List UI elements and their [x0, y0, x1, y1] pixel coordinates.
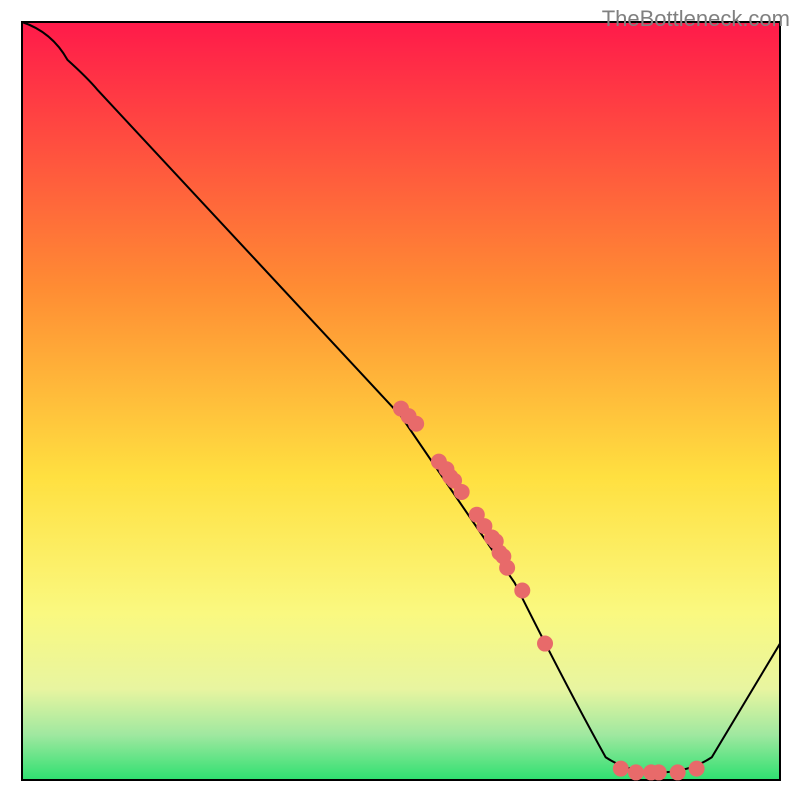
data-marker: [670, 764, 686, 780]
watermark-text: TheBottleneck.com: [602, 6, 790, 32]
data-marker: [408, 416, 424, 432]
data-marker: [613, 761, 629, 777]
data-marker: [514, 583, 530, 599]
chart-container: TheBottleneck.com: [0, 0, 800, 800]
chart-plot: [0, 0, 800, 800]
data-marker: [454, 484, 470, 500]
data-marker: [651, 764, 667, 780]
data-marker: [537, 636, 553, 652]
data-marker: [499, 560, 515, 576]
data-marker: [689, 761, 705, 777]
data-marker: [628, 764, 644, 780]
